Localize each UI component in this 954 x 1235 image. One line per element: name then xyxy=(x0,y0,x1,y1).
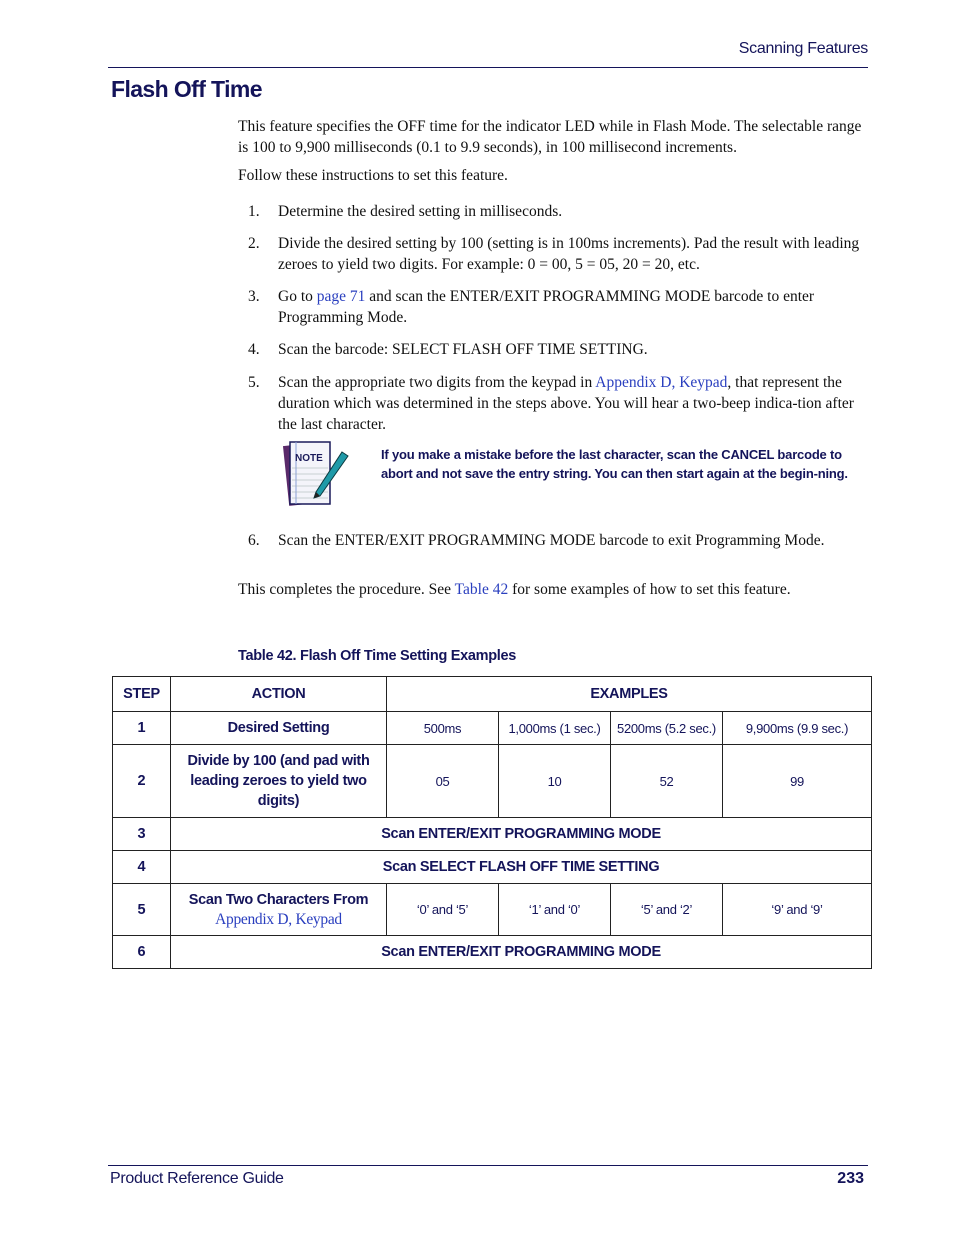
example-cell: ‘1’ and ‘0’ xyxy=(498,883,611,936)
step-text: Scan the barcode: SELECT FLASH OFF TIME … xyxy=(278,341,648,358)
page-number: 233 xyxy=(837,1170,864,1187)
header-action: ACTION xyxy=(170,676,387,712)
running-head: Scanning Features xyxy=(738,40,869,57)
footer-title: Product Reference Guide xyxy=(110,1170,284,1187)
table-row: 5 Scan Two Characters From Appendix D, K… xyxy=(112,883,872,936)
example-cell: 52 xyxy=(610,744,723,818)
step-5: 5. Scan the appropriate two digits from … xyxy=(248,372,868,435)
step-text: Go to page 71 and scan the ENTER/EXIT PR… xyxy=(278,286,868,328)
page-71-link[interactable]: page 71 xyxy=(317,288,366,305)
step-text: Divide the desired setting by 100 (setti… xyxy=(278,235,860,273)
page-title: Flash Off Time xyxy=(111,76,263,102)
step-cell: 4 xyxy=(112,850,171,884)
example-cell: 10 xyxy=(498,744,611,818)
table-row: 6 Scan ENTER/EXIT PROGRAMMING MODE xyxy=(112,935,872,969)
step-number: 2. xyxy=(248,235,260,252)
svg-text:NOTE: NOTE xyxy=(295,453,323,464)
example-cell: 1,000ms (1 sec.) xyxy=(498,711,611,745)
step-cell: 6 xyxy=(112,935,171,969)
completion-paragraph: This completes the procedure. See Table … xyxy=(238,579,868,600)
step-text-pre: Go to xyxy=(278,288,317,305)
step-1: 1. Determine the desired setting in mill… xyxy=(248,201,868,222)
step-text: Determine the desired setting in millise… xyxy=(278,203,563,220)
footer-rule xyxy=(108,1165,868,1166)
example-cell: 99 xyxy=(722,744,872,818)
completion-text-post: for some examples of how to set this fea… xyxy=(508,581,791,598)
step-text-pre: Scan the appropriate two digits from the… xyxy=(278,374,596,391)
step-number: 6. xyxy=(248,532,260,549)
step-cell: 1 xyxy=(112,711,171,745)
header-step: STEP xyxy=(112,676,171,712)
spanning-action-cell: Scan ENTER/EXIT PROGRAMMING MODE xyxy=(170,817,872,851)
step-cell: 5 xyxy=(112,883,171,936)
example-cell: 500ms xyxy=(386,711,499,745)
step-6: 6. Scan the ENTER/EXIT PROGRAMMING MODE … xyxy=(248,530,868,551)
table-caption: Table 42. Flash Off Time Setting Example… xyxy=(238,648,517,664)
step-cell: 2 xyxy=(112,744,171,818)
table-row: 4 Scan SELECT FLASH OFF TIME SETTING xyxy=(112,850,872,884)
table-row: 3 Scan ENTER/EXIT PROGRAMMING MODE xyxy=(112,817,872,851)
step-number: 1. xyxy=(248,203,260,220)
step-number: 5. xyxy=(248,374,260,391)
table-42-link[interactable]: Table 42 xyxy=(455,581,509,598)
step-text: Scan the appropriate two digits from the… xyxy=(278,372,868,435)
note-icon: NOTE xyxy=(282,441,349,506)
step-number: 4. xyxy=(248,341,260,358)
step-cell: 3 xyxy=(112,817,171,851)
table-row: 1 Desired Setting 500ms 1,000ms (1 sec.)… xyxy=(112,711,872,745)
step-number: 3. xyxy=(248,288,260,305)
note-text: If you make a mistake before the last ch… xyxy=(381,447,848,481)
step-3: 3. Go to page 71 and scan the ENTER/EXIT… xyxy=(248,286,868,328)
completion-text-pre: This completes the procedure. See xyxy=(238,581,455,598)
action-cell: Scan Two Characters From Appendix D, Key… xyxy=(170,883,387,936)
example-cell: 05 xyxy=(386,744,499,818)
spanning-action-cell: Scan SELECT FLASH OFF TIME SETTING xyxy=(170,850,872,884)
header-rule xyxy=(108,67,868,68)
step-2: 2. Divide the desired setting by 100 (se… xyxy=(248,233,868,275)
appendix-d-keypad-link[interactable]: Appendix D, Keypad xyxy=(595,374,727,391)
example-cell: ‘5’ and ‘2’ xyxy=(610,883,723,936)
example-cell: 5200ms (5.2 sec.) xyxy=(610,711,723,745)
follow-instructions: Follow these instructions to set this fe… xyxy=(238,167,508,184)
appendix-d-keypad-table-link[interactable]: Appendix D, Keypad xyxy=(215,911,342,928)
action-cell: Desired Setting xyxy=(170,711,387,745)
example-cell: ‘0’ and ‘5’ xyxy=(386,883,499,936)
action-cell: Divide by 100 (and pad with leading zero… xyxy=(170,744,387,818)
table-row: 2 Divide by 100 (and pad with leading ze… xyxy=(112,744,872,818)
action-text: Scan Two Characters From xyxy=(188,891,369,908)
note-callout: NOTE If you make a mistake before the la… xyxy=(280,438,870,513)
step-4: 4. Scan the barcode: SELECT FLASH OFF TI… xyxy=(248,339,868,360)
example-cell: 9,900ms (9.9 sec.) xyxy=(722,711,872,745)
examples-table: STEP ACTION EXAMPLES 1 Desired Setting 5… xyxy=(112,676,872,969)
example-cell: ‘9’ and ‘9’ xyxy=(722,883,872,936)
step-text: Scan the ENTER/EXIT PROGRAMMING MODE bar… xyxy=(278,532,825,549)
header-examples: EXAMPLES xyxy=(386,676,872,712)
table-header-row: STEP ACTION EXAMPLES xyxy=(112,676,872,712)
intro-paragraph: This feature specifies the OFF time for … xyxy=(238,118,862,156)
spanning-action-cell: Scan ENTER/EXIT PROGRAMMING MODE xyxy=(170,935,872,969)
